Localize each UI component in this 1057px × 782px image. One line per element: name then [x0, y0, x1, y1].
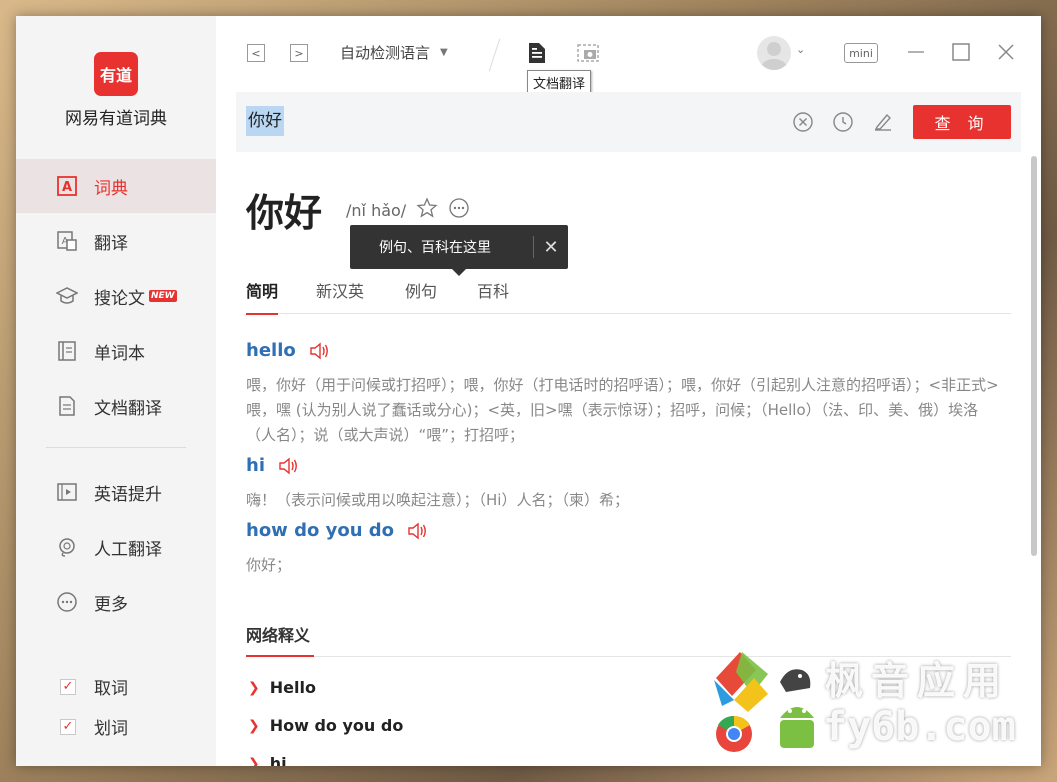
checkmark-icon: ✓ [60, 678, 76, 695]
language-select-value: 自动检测语言 [340, 44, 431, 62]
maximize-icon[interactable] [949, 40, 973, 64]
translate-icon: A [56, 230, 78, 252]
sidebar-item-dictionary[interactable]: A 词典 [16, 159, 216, 213]
phonetic: /nǐ hǎo/ [346, 201, 407, 220]
screenshot-translate-icon[interactable] [576, 41, 600, 65]
document-icon [56, 395, 78, 417]
handwriting-icon[interactable] [871, 110, 895, 134]
web-item[interactable]: ❯ Hello [248, 678, 316, 697]
history-icon[interactable] [831, 110, 855, 134]
web-item-label: How do you do [269, 716, 404, 735]
hint-popup-text: 例句、百科在这里 [379, 240, 491, 256]
dictionary-icon: A [56, 175, 78, 197]
sidebar-item-english-up[interactable]: 英语提升 [16, 465, 216, 519]
close-icon[interactable]: ✕ [534, 237, 568, 258]
minimize-icon[interactable] [904, 40, 928, 64]
more-circle-icon [56, 591, 78, 613]
android-logo-icon [780, 669, 814, 748]
sidebar-item-label: 人工翻译 [94, 539, 162, 560]
web-item-label: hi [269, 754, 287, 766]
result-tabs: 简明 新汉英 例句 百科 [246, 278, 1011, 315]
clear-icon[interactable] [791, 110, 815, 134]
wordbook-icon [56, 340, 78, 362]
chevron-down-icon[interactable]: ⌄ [796, 43, 805, 56]
avatar[interactable] [757, 36, 791, 70]
tab-new-chinese-english[interactable]: 新汉英 [316, 278, 364, 314]
sidebar-item-wordbook[interactable]: 单词本 [16, 324, 216, 378]
sidebar-item-label: 搜论文 [94, 288, 145, 309]
back-button[interactable]: < [247, 44, 265, 62]
entry-word-hello[interactable]: hello [246, 340, 330, 361]
headword: 你好 [246, 191, 323, 235]
search-bar: 你好 查 询 [236, 92, 1021, 152]
sidebar-item-label: 更多 [94, 594, 128, 615]
sidebar-item-papers[interactable]: 搜论文 NEW [16, 269, 216, 323]
query-button[interactable]: 查 询 [913, 105, 1011, 139]
capture-word-checkbox[interactable]: ✓ 取词 [60, 674, 128, 699]
entry-definition: 喂，你好（用于问候或打招呼）；喂，你好（打电话时的招呼语）；喂，你好（引起别人注… [246, 376, 999, 444]
entry-word-hi[interactable]: hi [246, 455, 299, 476]
speaker-icon[interactable] [406, 521, 428, 541]
entry-word-text[interactable]: how do you do [246, 520, 394, 541]
checkbox-label: 划词 [94, 719, 128, 739]
svg-text:A: A [62, 180, 72, 195]
entry-definition: 嗨！（表示问候或用以唤起注意）；（Hi）人名；（柬）希； [246, 491, 629, 509]
sidebar-item-human-translate[interactable]: 人工翻译 [16, 520, 216, 574]
watermark-text: 枫音应用 [825, 659, 1010, 703]
speaker-icon[interactable] [308, 341, 330, 361]
web-item[interactable]: ❯ hi [248, 754, 287, 766]
sidebar-item-label: 单词本 [94, 343, 145, 364]
sidebar-item-label: 词典 [94, 178, 128, 199]
language-select[interactable]: 自动检测语言 ▼ [340, 42, 448, 63]
search-input[interactable]: 你好 [246, 106, 284, 136]
sidebar-item-label: 英语提升 [94, 484, 162, 505]
entry-word-text[interactable]: hi [246, 455, 265, 476]
mini-mode-button[interactable]: mini [844, 43, 878, 63]
graduation-cap-icon [56, 285, 78, 307]
popup-arrow [452, 269, 466, 276]
web-definitions-title: 网络释义 [246, 626, 311, 645]
sidebar-item-doc-translate[interactable]: 文档翻译 [16, 379, 216, 433]
app-name: 网易有道词典 [65, 109, 167, 129]
hint-popup: 例句、百科在这里 ✕ [350, 225, 568, 269]
star-icon[interactable] [416, 197, 438, 219]
chevron-right-icon: ❯ [248, 717, 260, 734]
tab-brief[interactable]: 简明 [246, 278, 279, 315]
more-options-icon[interactable] [448, 197, 470, 219]
tab-examples[interactable]: 例句 [405, 278, 437, 314]
tab-encyclopedia[interactable]: 百科 [477, 278, 509, 314]
sidebar-item-translate[interactable]: A 翻译 [16, 214, 216, 268]
sidebar-divider [46, 447, 186, 448]
entry-word-text[interactable]: hello [246, 340, 296, 361]
document-translate-icon[interactable] [525, 41, 549, 65]
chevron-right-icon: ❯ [248, 679, 260, 696]
speaker-icon[interactable] [277, 456, 299, 476]
video-play-icon [56, 481, 78, 503]
checkmark-icon: ✓ [60, 718, 76, 735]
forward-button[interactable]: > [290, 44, 308, 62]
section-underline [246, 655, 314, 657]
caret-down-icon: ▼ [440, 47, 448, 58]
close-icon[interactable] [994, 40, 1018, 64]
entry-word-how-do-you-do[interactable]: how do you do [246, 520, 428, 541]
toolbar-separator [488, 38, 501, 72]
checkbox-label: 取词 [94, 679, 128, 699]
app-logo: 有道 [94, 52, 138, 96]
watermark-url: fy6b.com [823, 704, 1016, 750]
web-item-label: Hello [269, 678, 316, 697]
chevron-right-icon: ❯ [248, 755, 260, 767]
top-toolbar: < > 自动检测语言 ▼ 文档翻译 ⌄ mini [216, 16, 1041, 95]
web-item[interactable]: ❯ How do you do [248, 716, 403, 735]
scrollbar[interactable] [1031, 156, 1037, 556]
sidebar-item-label: 翻译 [94, 233, 128, 254]
new-badge: NEW [149, 290, 177, 302]
sidebar: 有道 网易有道词典 A 词典 A 翻译 搜论文 NEW 单词本 文档翻译 英语提… [16, 16, 216, 766]
select-word-checkbox[interactable]: ✓ 划词 [60, 714, 128, 739]
sidebar-item-label: 文档翻译 [94, 398, 162, 419]
headset-icon [56, 536, 78, 558]
entry-definition: 你好； [246, 556, 292, 574]
sidebar-item-more[interactable]: 更多 [16, 575, 216, 629]
